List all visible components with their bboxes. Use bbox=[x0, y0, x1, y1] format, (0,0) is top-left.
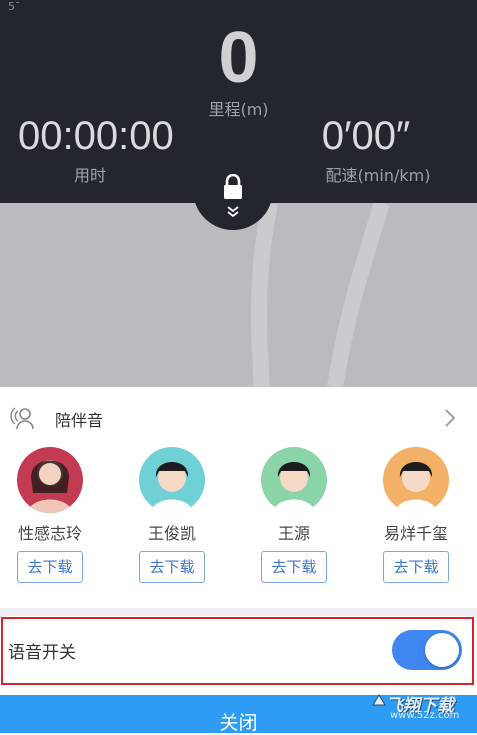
download-button[interactable]: 去下载 bbox=[261, 551, 327, 583]
status-indicator: 5ˉ bbox=[8, 0, 21, 13]
voice-card[interactable]: 王俊凯 去下载 bbox=[122, 447, 222, 587]
run-stats-header: 5ˉ 0 里程(m) 00:00:00 用时 0′00″ 配速(min/km) bbox=[0, 0, 477, 203]
avatar-image bbox=[273, 462, 315, 513]
distance-value: 0 bbox=[218, 18, 259, 98]
voice-name: 王源 bbox=[277, 524, 310, 543]
download-button[interactable]: 去下载 bbox=[139, 551, 205, 583]
voice-card[interactable]: 王源 去下载 bbox=[244, 447, 344, 587]
voice-card[interactable]: 易烊千玺 去下载 bbox=[366, 447, 466, 587]
avatar bbox=[139, 447, 205, 513]
avatar bbox=[383, 447, 449, 513]
voice-name: 性感志玲 bbox=[17, 524, 82, 543]
voice-switch-toggle[interactable] bbox=[392, 630, 462, 670]
download-button[interactable]: 去下载 bbox=[383, 551, 449, 583]
voice-name: 易烊千玺 bbox=[383, 524, 448, 543]
avatar-image bbox=[27, 460, 73, 513]
chevron-right-icon[interactable] bbox=[444, 409, 456, 427]
toggle-knob bbox=[425, 633, 459, 667]
download-button[interactable]: 去下载 bbox=[17, 551, 83, 583]
headphones-person-icon bbox=[10, 407, 34, 430]
pace-value: 0′00″ bbox=[321, 114, 411, 158]
avatar bbox=[261, 447, 327, 513]
companion-header[interactable]: 陪伴音 bbox=[0, 387, 477, 443]
map-roads bbox=[251, 203, 390, 387]
double-chevron-down-icon bbox=[227, 206, 239, 218]
avatar bbox=[17, 447, 83, 513]
voice-card[interactable]: 性感志玲 去下载 bbox=[0, 447, 100, 587]
watermark: 飞翔下载 www.52z.com bbox=[372, 691, 472, 721]
map-view[interactable] bbox=[0, 203, 477, 387]
avatar-image bbox=[395, 462, 437, 513]
duration-value: 00:00:00 bbox=[18, 114, 174, 158]
voice-switch-label: 语音开关 bbox=[8, 643, 76, 663]
voice-switch-row: 语音开关 bbox=[0, 617, 477, 679]
companion-panel: 陪伴音 性感志玲 去下载 王俊凯 去下载 王源 去下载 易烊千玺 去下载 语音开… bbox=[0, 387, 477, 695]
voice-name: 王俊凯 bbox=[147, 524, 196, 543]
pace-label: 配速(min/km) bbox=[325, 166, 431, 185]
duration-label: 用时 bbox=[73, 166, 106, 185]
section-divider bbox=[0, 608, 477, 616]
lock-icon bbox=[224, 174, 242, 199]
watermark-url: www.52z.com bbox=[390, 710, 460, 721]
watermark-logo bbox=[372, 694, 386, 706]
companion-title: 陪伴音 bbox=[55, 411, 104, 430]
avatar-image bbox=[151, 462, 193, 513]
